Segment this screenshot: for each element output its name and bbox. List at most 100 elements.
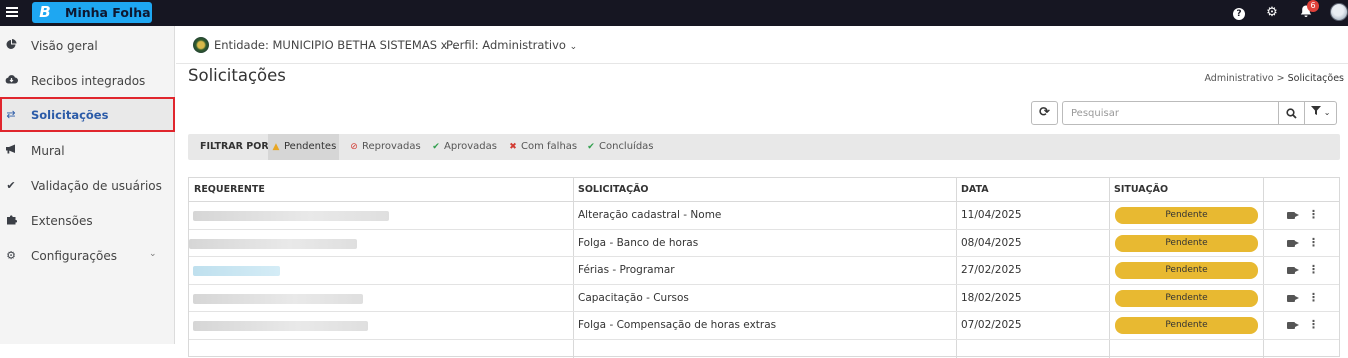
request-date: 27/02/2025 [961, 264, 1022, 276]
video-camera-icon[interactable] [1287, 239, 1299, 247]
chevron-down-icon: ⌄ [1323, 108, 1331, 117]
filter-option-label: Concluídas [599, 141, 654, 152]
table-row[interactable]: Capacitação - Cursos 18/02/2025 Pendente… [189, 285, 1339, 312]
sidebar-item-label: Solicitações [31, 108, 109, 122]
request-date: 08/04/2025 [961, 236, 1022, 249]
top-bar: B Minha Folha ? ⚙ 6 [0, 0, 1348, 26]
table-row[interactable]: Folga - Compensação de horas extras 07/0… [189, 312, 1339, 340]
logo-letter: B [39, 3, 51, 21]
check-circle-icon: ✔ [587, 142, 595, 152]
filter-pendentes[interactable]: ▲ Pendentes [268, 134, 340, 160]
status-badge: Pendente [1115, 317, 1258, 334]
entity-emblem-icon [193, 37, 209, 53]
filter-option-label: Pendentes [284, 141, 337, 152]
request-date: 11/04/2025 [961, 209, 1022, 221]
column-header-situacao[interactable]: SITUAÇÃO [1109, 178, 1168, 201]
filter-concluidas[interactable]: ✔ Concluídas [586, 134, 654, 160]
filter-option-label: Com falhas [521, 141, 578, 152]
profile-label: Perfil: Administrativo [446, 38, 566, 52]
filter-bar: FILTRAR POR ▲ Pendentes ⊘ Reprovadas ✔ Apro… [188, 134, 1340, 160]
search-button[interactable] [1278, 101, 1305, 125]
app-name: Minha Folha [65, 5, 151, 20]
cloud-download-icon [4, 74, 18, 88]
request-type: Capacitação - Cursos [578, 291, 689, 304]
check-icon: ✔ [432, 142, 440, 152]
chevron-down-icon: ⌄ [569, 42, 578, 52]
warning-icon: ▲ [272, 142, 280, 152]
more-options-icon[interactable]: ⋮ [1308, 263, 1319, 277]
table-header: REQUERENTE SOLICITAÇÃO DATA SITUAÇÃO [189, 178, 1339, 202]
sidebar-item-visao-geral[interactable]: Visão geral [0, 28, 175, 63]
requester-name-redacted [193, 211, 389, 221]
video-camera-icon[interactable] [1287, 294, 1299, 302]
app-logo[interactable]: B Minha Folha [32, 2, 152, 23]
advanced-filter-button[interactable]: ⌄ [1305, 101, 1337, 125]
chevron-down-icon[interactable]: ⌄ [149, 249, 157, 259]
filter-reprovadas[interactable]: ⊘ Reprovadas [349, 134, 421, 160]
more-options-icon[interactable]: ⋮ [1308, 208, 1319, 222]
status-badge: Pendente [1115, 234, 1258, 252]
sidebar-item-label: Visão geral [31, 39, 98, 53]
sidebar-item-label: Extensões [31, 214, 93, 228]
refresh-button[interactable]: ⟳ [1031, 101, 1058, 125]
help-icon[interactable]: ? [1231, 5, 1247, 21]
sidebar-item-extensoes[interactable]: Extensões [0, 203, 175, 238]
breadcrumb-current: Solicitações [1287, 73, 1344, 84]
table-row[interactable]: Férias - Programar 27/02/2025 Pendente ⋮ [189, 257, 1339, 285]
video-camera-icon[interactable] [1287, 322, 1299, 329]
filter-com-falhas[interactable]: ✖ Com falhas [508, 134, 577, 160]
video-camera-icon[interactable] [1287, 212, 1299, 219]
sidebar: Visão geral Recibos integrados ⇄ Solicit… [0, 26, 175, 344]
column-header-requerente[interactable]: REQUERENTE [189, 178, 265, 201]
page-title: Solicitações [188, 66, 286, 85]
megaphone-icon [4, 144, 18, 158]
notification-badge: 6 [1307, 0, 1319, 12]
sidebar-item-solicitacoes[interactable]: ⇄ Solicitações [0, 97, 175, 132]
filter-aprovadas[interactable]: ✔ Aprovadas [431, 134, 497, 160]
requester-name-redacted [193, 321, 368, 331]
requester-name-redacted [193, 293, 363, 304]
gears-icon[interactable]: ⚙ [1264, 5, 1280, 21]
sidebar-item-mural[interactable]: Mural [0, 133, 175, 168]
request-type: Férias - Programar [578, 264, 675, 276]
more-options-icon[interactable]: ⋮ [1308, 291, 1319, 305]
entity-selector[interactable]: Entidade: MUNICIPIO BETHA SISTEMAS x ⌄ [214, 26, 459, 66]
search-icon [1286, 108, 1297, 119]
sidebar-item-recibos-integrados[interactable]: Recibos integrados [0, 63, 175, 98]
status-badge: Pendente [1115, 207, 1258, 224]
requester-name-redacted[interactable] [193, 266, 280, 276]
column-header-data[interactable]: DATA [956, 178, 989, 201]
column-header-solicitacao[interactable]: SOLICITAÇÃO [573, 178, 649, 201]
check-icon: ✔ [6, 179, 16, 192]
request-date: 18/02/2025 [961, 291, 1022, 304]
request-type: Folga - Banco de horas [578, 236, 699, 249]
sidebar-item-configuracoes[interactable]: ⚙ Configurações ⌄ [0, 238, 175, 273]
cogs-icon: ⚙ [6, 249, 16, 262]
puzzle-icon [4, 214, 18, 228]
context-bar: Entidade: MUNICIPIO BETHA SISTEMAS x ⌄ P… [176, 26, 1348, 64]
profile-selector[interactable]: Perfil: Administrativo ⌄ [446, 26, 577, 66]
status-badge: Pendente [1115, 289, 1258, 307]
table-row[interactable]: Folga - Banco de horas 08/04/2025 Penden… [189, 230, 1339, 257]
more-options-icon[interactable]: ⋮ [1308, 318, 1319, 332]
avatar[interactable] [1330, 3, 1348, 21]
sidebar-item-label: Recibos integrados [31, 74, 146, 88]
requests-table: REQUERENTE SOLICITAÇÃO DATA SITUAÇÃO Alt… [188, 177, 1340, 358]
breadcrumb-parent[interactable]: Administrativo [1204, 73, 1273, 84]
filter-option-label: Reprovadas [362, 141, 421, 152]
request-type: Alteração cadastral - Nome [578, 209, 722, 221]
times-circle-icon: ✖ [509, 142, 517, 152]
sidebar-item-validacao-usuarios[interactable]: ✔ Validação de usuários [0, 168, 175, 203]
breadcrumb-separator: > [1276, 73, 1285, 84]
video-camera-icon[interactable] [1287, 267, 1299, 274]
filter-icon [1310, 106, 1321, 115]
search-input[interactable] [1062, 101, 1278, 125]
sidebar-item-label: Configurações [31, 249, 117, 263]
more-options-icon[interactable]: ⋮ [1308, 236, 1319, 250]
hamburger-menu-icon[interactable] [6, 5, 18, 19]
table-row[interactable]: Alteração cadastral - Nome 11/04/2025 Pe… [189, 202, 1339, 230]
status-badge: Pendente [1115, 262, 1258, 279]
ban-icon: ⊘ [350, 142, 358, 152]
sidebar-item-label: Validação de usuários [31, 179, 162, 193]
request-date: 07/02/2025 [961, 319, 1022, 331]
